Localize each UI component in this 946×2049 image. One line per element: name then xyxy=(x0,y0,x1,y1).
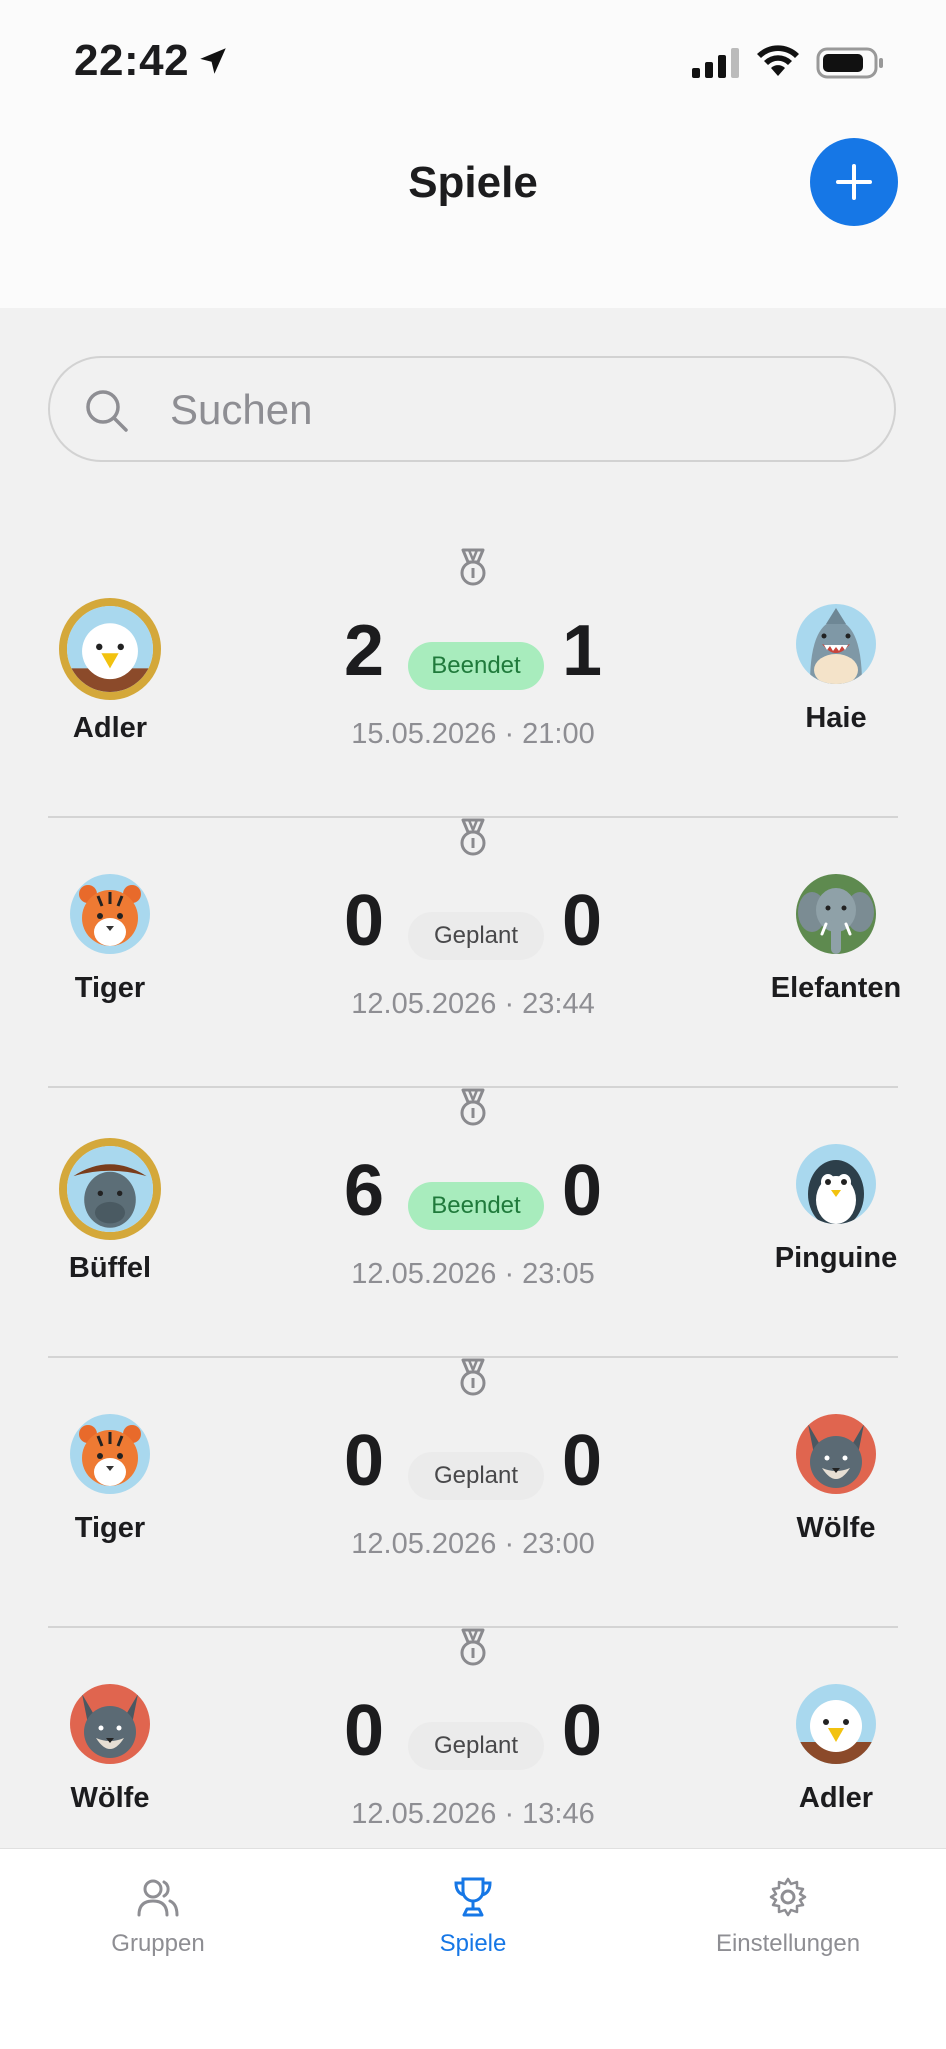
adler-avatar xyxy=(59,598,161,700)
match-row[interactable]: Büffel 6 Beendet 0 Pinguine 12.05.2026 ·… xyxy=(0,1088,946,1358)
match-date: 12.05.2026 · 13:46 xyxy=(351,1798,595,1830)
trophy-icon xyxy=(454,1877,492,1917)
status-time: 22:42 xyxy=(74,36,190,85)
away-score: 0 xyxy=(561,1691,603,1771)
navigation-header: Spiele xyxy=(0,110,946,308)
medal-icon xyxy=(454,1088,492,1128)
home-score: 6 xyxy=(343,1151,385,1231)
away-team: Elefanten xyxy=(726,874,946,1005)
match-row[interactable]: Tiger 0 Geplant 0 Wölfe 12.05.2026 · 23:… xyxy=(0,1358,946,1628)
home-team: Tiger xyxy=(0,874,220,1005)
match-date: 12.05.2026 · 23:44 xyxy=(351,988,595,1020)
elefanten-avatar xyxy=(796,874,876,954)
search-icon xyxy=(86,390,128,432)
status-badge: Geplant xyxy=(408,1722,544,1770)
medal-icon xyxy=(454,818,492,858)
tab-settings[interactable]: Einstellungen xyxy=(678,1875,898,1958)
tiger-avatar xyxy=(70,874,150,954)
match-date: 12.05.2026 · 23:00 xyxy=(351,1528,595,1560)
home-score: 0 xyxy=(343,1691,385,1771)
away-team: Pinguine xyxy=(726,1144,946,1275)
match-date: 15.05.2026 · 21:00 xyxy=(351,718,595,750)
tab-bar: Gruppen Spiele Einstellungen xyxy=(0,1848,946,2049)
away-score: 0 xyxy=(561,881,603,961)
match-row[interactable]: Tiger 0 Geplant 0 Elefanten 12.05.2026 ·… xyxy=(0,818,946,1088)
page-title: Spiele xyxy=(408,158,538,207)
search-input[interactable] xyxy=(168,380,852,440)
add-game-button[interactable] xyxy=(810,138,898,226)
tab-games-label: Spiele xyxy=(439,1930,507,1957)
woelfe-avatar xyxy=(796,1414,876,1494)
haie-avatar xyxy=(796,604,876,684)
away-score: 0 xyxy=(561,1421,603,1501)
tiger-avatar xyxy=(70,1414,150,1494)
medal-icon xyxy=(454,548,492,588)
cellular-signal-icon xyxy=(692,48,739,78)
away-score: 0 xyxy=(561,1151,603,1231)
wifi-icon xyxy=(757,45,799,76)
status-badge: Geplant xyxy=(408,1452,544,1500)
tab-groups[interactable]: Gruppen xyxy=(48,1875,268,1958)
location-arrow-icon xyxy=(200,48,226,74)
status-badge: Beendet xyxy=(408,1182,544,1230)
away-team: Adler xyxy=(726,1684,946,1815)
gear-icon xyxy=(769,1877,807,1917)
bueffel-avatar xyxy=(59,1138,161,1240)
home-score: 2 xyxy=(343,611,385,691)
search-bar[interactable] xyxy=(48,356,896,462)
status-bar: 22:42 xyxy=(0,0,946,110)
home-score: 0 xyxy=(343,881,385,961)
tab-groups-label: Gruppen xyxy=(111,1930,205,1957)
away-score: 1 xyxy=(561,611,603,691)
medal-icon xyxy=(454,1358,492,1398)
people-icon xyxy=(137,1879,179,1917)
pinguine-avatar xyxy=(796,1144,876,1224)
away-team: Wölfe xyxy=(726,1414,946,1545)
medal-icon xyxy=(454,1628,492,1668)
status-badge: Beendet xyxy=(408,642,544,690)
home-score: 0 xyxy=(343,1421,385,1501)
plus-icon xyxy=(836,164,872,200)
woelfe-avatar xyxy=(70,1684,150,1764)
away-team: Haie xyxy=(726,604,946,735)
match-row[interactable]: Adler 2 Beendet 1 Haie 15.05.2026 · 21:0… xyxy=(0,548,946,818)
battery-icon xyxy=(816,47,883,79)
adler-avatar xyxy=(796,1684,876,1764)
match-date: 12.05.2026 · 23:05 xyxy=(351,1258,595,1290)
home-team: Wölfe xyxy=(0,1684,220,1815)
status-badge: Geplant xyxy=(408,912,544,960)
tab-games[interactable]: Spiele xyxy=(363,1875,583,1958)
home-team: Tiger xyxy=(0,1414,220,1545)
tab-settings-label: Einstellungen xyxy=(715,1930,861,1957)
